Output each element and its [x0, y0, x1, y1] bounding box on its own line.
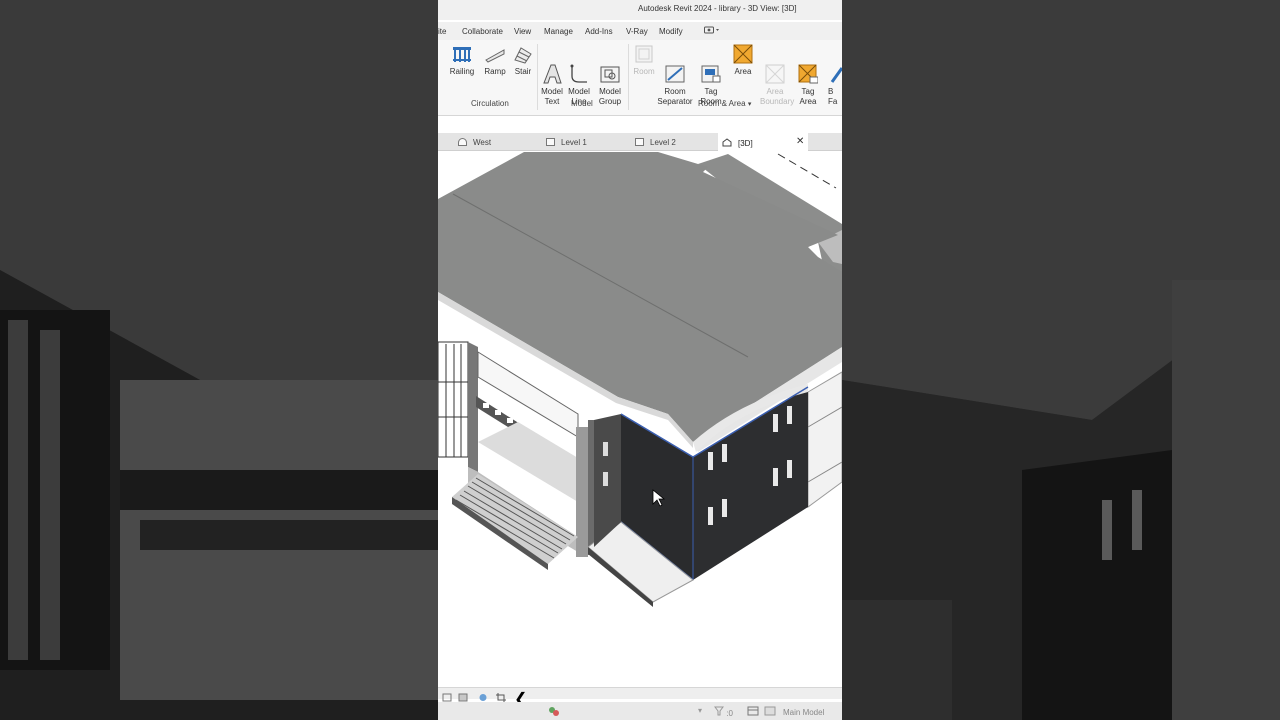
tab-level-1-label: Level 1: [561, 138, 587, 147]
tab-site[interactable]: ite: [438, 27, 446, 36]
tab-vray[interactable]: V-Ray: [626, 27, 648, 36]
tag-area-button[interactable]: Tag Area: [796, 44, 820, 107]
model-group-icon: [600, 54, 620, 83]
background-blur-left: [0, 0, 438, 720]
area-boundary-icon: [765, 54, 785, 84]
view-tab-bar: West Level 1 Level 2 [3D] ✕: [438, 133, 842, 151]
room-button[interactable]: Room: [632, 44, 656, 77]
model-text-icon: [542, 54, 562, 84]
tag-room-icon: [701, 54, 721, 83]
stair-button[interactable]: Stair: [511, 44, 535, 77]
tab-level-2-label: Level 2: [650, 138, 676, 147]
floor-plan-icon: [546, 138, 555, 146]
tab-modify[interactable]: Modify: [659, 27, 683, 36]
window-title: Autodesk Revit 2024 - library - 3D View:…: [638, 4, 797, 13]
tag-area-label: Tag Area: [799, 87, 817, 106]
scale-icon[interactable]: [442, 689, 452, 702]
tab-view-3d[interactable]: [3D] ✕: [718, 133, 808, 151]
title-bar: Autodesk Revit 2024 - library - 3D View:…: [438, 0, 842, 20]
ribbon-divider: [628, 44, 629, 110]
background-blur-right: [842, 0, 1280, 720]
model-text-button[interactable]: Model Text: [540, 44, 564, 107]
ribbon-tab-bar: ite Collaborate View Manage Add-Ins V-Ra…: [438, 22, 842, 40]
ramp-icon: [485, 44, 505, 64]
worksharing-icon[interactable]: [548, 706, 560, 719]
model-group-button[interactable]: Model Group: [596, 44, 624, 107]
boundary-face-icon: [828, 54, 842, 83]
railing-icon: [452, 44, 472, 64]
tab-view[interactable]: View: [514, 27, 531, 36]
visual-style-icon[interactable]: [478, 689, 488, 701]
design-options-icon[interactable]: [747, 706, 759, 718]
room-separator-label: Room Separator: [657, 87, 693, 106]
model-line-button[interactable]: Model Line: [567, 44, 591, 107]
stair-label: Stair: [514, 67, 532, 76]
tab-manage[interactable]: Manage: [544, 27, 573, 36]
area-boundary-button[interactable]: Area Boundary: [760, 44, 794, 107]
stair-icon: [513, 44, 533, 64]
3d-viewport[interactable]: [438, 152, 842, 687]
collapse-arrow-icon[interactable]: ❮: [514, 689, 527, 708]
room-label: Room: [633, 67, 655, 76]
selection-count-text: :0: [726, 709, 733, 718]
model-group-label: Model Group: [598, 87, 622, 106]
house-3d-icon: [722, 138, 732, 149]
crop-view-icon[interactable]: [496, 689, 506, 702]
panel-expand-icon: ▾: [747, 101, 752, 108]
boundary-face-label: B Fa: [828, 87, 838, 106]
tab-add-ins[interactable]: Add-Ins: [585, 27, 613, 36]
tag-area-icon: [798, 54, 819, 84]
room-area-group-text: Room & Area: [698, 99, 746, 108]
room-icon: [634, 44, 654, 64]
building-model-view: [438, 152, 842, 607]
area-label: Area: [734, 67, 752, 76]
status-bar: ▾ :0 Main Model: [438, 702, 842, 720]
tag-room-button[interactable]: Tag Room: [699, 44, 723, 107]
room-separator-button[interactable]: Room Separator: [657, 44, 693, 107]
model-text-label: Model Text: [541, 87, 563, 106]
selection-count: :0: [714, 706, 733, 718]
ramp-button[interactable]: Ramp: [483, 44, 507, 77]
tab-collaborate[interactable]: Collaborate: [462, 27, 503, 36]
boundary-face-button[interactable]: B Fa: [828, 44, 842, 107]
tab-3d-label: [3D]: [738, 139, 753, 148]
tab-view-level-1[interactable]: Level 1: [546, 133, 628, 151]
close-icon[interactable]: ✕: [796, 136, 804, 147]
tab-view-level-2[interactable]: Level 2: [635, 133, 717, 151]
area-boundary-label: Area Boundary: [760, 87, 795, 106]
elevation-view-icon: [458, 138, 467, 146]
model-group-panel-label: Model: [571, 99, 593, 108]
room-separator-icon: [665, 54, 685, 83]
ribbon-panel: Railing Ramp Stair Circulation Model Tex…: [438, 40, 842, 116]
camera-dropdown-icon[interactable]: [704, 26, 720, 37]
area-button[interactable]: Area: [731, 44, 755, 77]
active-model-label[interactable]: Main Model: [783, 708, 824, 717]
tab-view-west[interactable]: West: [458, 133, 538, 151]
floor-plan-icon: [635, 138, 644, 146]
filter-dropdown-icon[interactable]: ▾: [698, 706, 702, 715]
model-line-icon: [569, 54, 589, 83]
selection-filter-icon: [714, 706, 726, 718]
railing-button[interactable]: Railing: [449, 44, 475, 77]
revit-window: Autodesk Revit 2024 - library - 3D View:…: [438, 0, 842, 720]
room-area-group-label[interactable]: Room & Area ▾: [698, 99, 751, 108]
circulation-group-label: Circulation: [471, 99, 509, 108]
editable-only-icon[interactable]: [764, 706, 776, 718]
area-icon: [733, 44, 753, 64]
detail-level-icon[interactable]: [458, 689, 468, 702]
railing-label: Railing: [449, 67, 475, 76]
ribbon-divider: [537, 44, 538, 110]
tab-west-label: West: [473, 138, 492, 147]
ramp-label: Ramp: [484, 67, 506, 76]
